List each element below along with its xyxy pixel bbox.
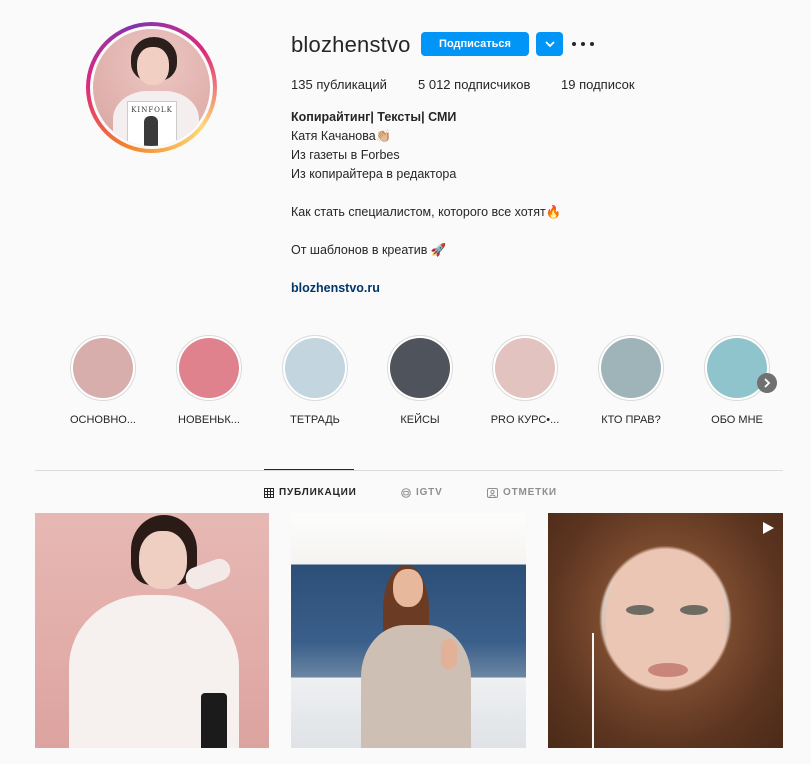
highlight-cover [495,338,555,398]
followers-count-label: подписчиков [454,77,531,92]
profile-avatar[interactable]: KINFOLK [86,22,217,153]
highlight-cover [73,338,133,398]
follow-button[interactable]: Подписаться [421,32,529,56]
bio-line: Из копирайтера в редактора [291,167,457,181]
highlight-ring [176,335,242,401]
avatar-photo: KINFOLK [93,29,210,146]
highlight-label: ТЕТРАДЬ [290,414,340,426]
highlight-item[interactable]: ТЕТРАДЬ [270,335,360,426]
highlight-cover [601,338,661,398]
highlight-label: PRO КУРС•... [490,414,560,426]
tab-active-indicator [264,469,354,470]
avatar-magazine-figure [144,116,158,146]
tab-posts[interactable]: ПУБЛИКАЦИИ [264,487,357,498]
tagged-icon [487,487,498,498]
avatar-magazine-title: KINFOLK [131,106,173,114]
highlight-cover [285,338,345,398]
suggested-accounts-button[interactable] [536,32,563,56]
tab-label: ПУБЛИКАЦИИ [279,487,357,498]
chevron-down-icon [544,40,555,47]
post-thumbnail[interactable] [291,513,526,748]
bio-name: Копирайтинг| Тексты| СМИ [291,110,457,124]
highlight-cover [179,338,239,398]
photo-hair [548,513,783,748]
bio-line: От шаблонов в креатив 🚀 [291,243,447,257]
bio-line: Из газеты в Forbes [291,148,400,162]
highlight-item[interactable]: ОСНОВНО... [58,335,148,426]
post-thumbnail[interactable] [35,513,269,748]
bio-website-link[interactable]: blozhenstvo.ru [291,281,380,295]
highlight-item[interactable]: НОВЕНЬК... [164,335,254,426]
highlight-label: ОСНОВНО... [69,414,136,426]
dot-icon [590,42,594,46]
highlight-ring [387,335,453,401]
photo-hand [441,639,457,669]
play-icon [763,522,774,534]
more-options-button[interactable] [572,36,594,52]
following-count[interactable]: 19 подписок [561,77,635,92]
highlight-cover [390,338,450,398]
photo-face [393,569,423,607]
highlight-label: НОВЕНЬК... [178,414,240,426]
posts-count-label: публикаций [316,77,387,92]
highlight-label: КЕЙСЫ [400,414,440,426]
grid-icon [264,487,274,498]
posts-count-value: 135 [291,77,313,92]
chevron-right-icon [764,378,771,388]
tabs-divider [35,470,783,471]
bio-line: Катя Качанова👏🏼 [291,129,392,143]
following-count-label: подписок [579,77,635,92]
profile-username: blozhenstvo [291,32,411,57]
dot-icon [581,42,585,46]
photo-eye [626,605,654,615]
dot-icon [572,42,576,46]
tab-tagged[interactable]: ОТМЕТКИ [487,487,557,498]
highlight-ring [598,335,664,401]
highlight-ring [282,335,348,401]
post-thumbnail[interactable] [548,513,783,748]
highlight-label: ОБО МНЕ [711,414,763,426]
igtv-icon [401,487,411,498]
followers-count[interactable]: 5 012 подписчиков [418,77,530,92]
followers-count-value: 5 012 [418,77,451,92]
photo-eye [680,605,708,615]
following-count-value: 19 [561,77,576,92]
posts-count: 135 публикаций [291,77,387,92]
avatar-face [137,47,169,85]
photo-face [139,531,187,589]
photo-chair [201,693,227,748]
highlight-ring [70,335,136,401]
highlight-ring [492,335,558,401]
tab-igtv[interactable]: IGTV [401,487,443,498]
avatar-magazine: KINFOLK [127,101,177,146]
highlight-item[interactable]: PRO КУРС•... [480,335,570,426]
avatar-border: KINFOLK [90,26,213,149]
highlight-item[interactable]: КЕЙСЫ [375,335,465,426]
highlight-label: КТО ПРАВ? [601,414,661,426]
highlights-next-button[interactable] [757,373,777,393]
photo-earphone-cord [592,633,594,748]
tab-label: IGTV [416,487,443,498]
highlight-item[interactable]: КТО ПРАВ? [586,335,676,426]
photo-lips [648,663,688,677]
highlight-ring [704,335,770,401]
tab-label: ОТМЕТКИ [503,487,557,498]
bio-line: Как стать специалистом, которого все хот… [291,205,562,219]
